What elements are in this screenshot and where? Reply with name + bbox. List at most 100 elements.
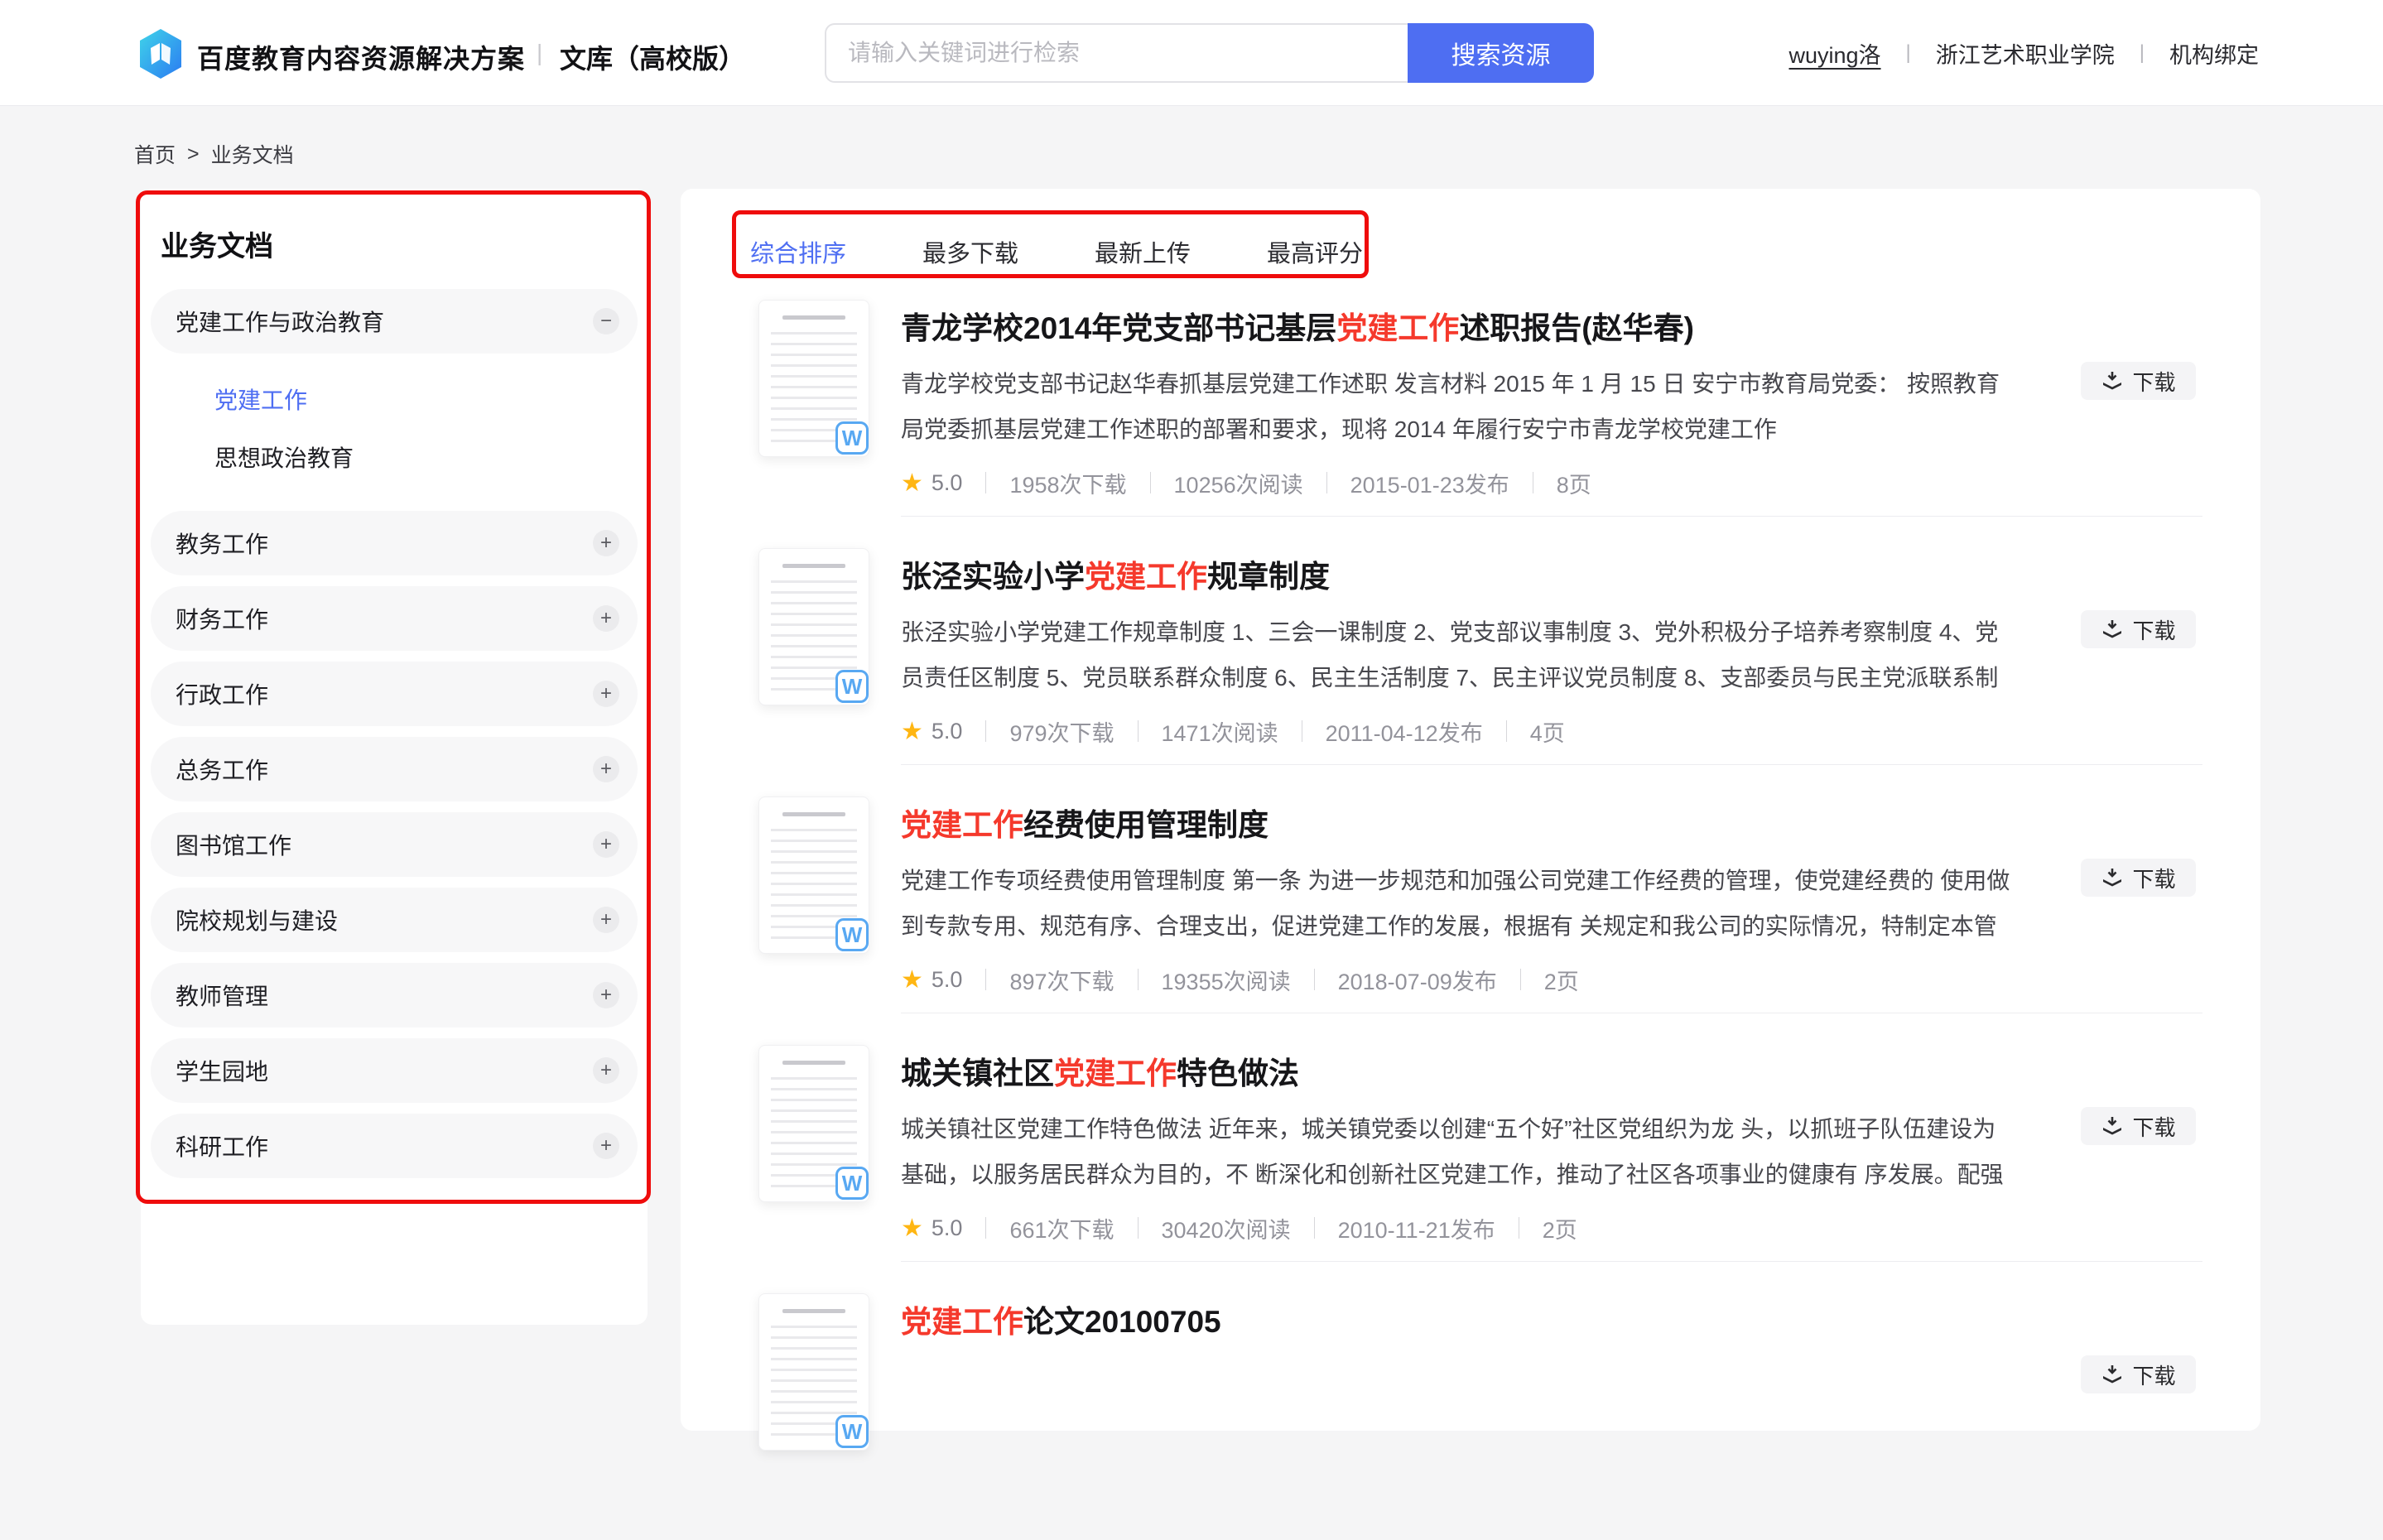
doc-downloads: 979次下载	[1009, 715, 1114, 748]
user-area: wuying洛 | 浙江艺术职业学院 | 机构绑定	[1788, 0, 2259, 106]
user-organization: 浙江艺术职业学院	[1936, 37, 2115, 70]
baidu-edu-logo-icon	[137, 28, 184, 79]
doc-meta: ★ 5.0 897次下载 19355次阅读 2018-07-09发布 2页	[901, 960, 1579, 999]
download-button[interactable]: 下载	[2081, 610, 2196, 648]
doc-title-link[interactable]: 党建工作经费使用管理制度	[901, 805, 2010, 846]
doc-title-link[interactable]: 青龙学校2014年党支部书记基层党建工作述职报告(赵华春)	[901, 308, 2010, 349]
doc-thumbnail[interactable]: W	[758, 1293, 869, 1451]
doc-rating: 5.0	[932, 967, 963, 993]
sidebar-group-xingzheng[interactable]: 行政工作 +	[151, 662, 638, 726]
word-doc-badge: W	[835, 1415, 869, 1448]
tab-highest-rated[interactable]: 最高评分	[1267, 234, 1363, 269]
doc-meta: ★ 5.0 661次下载 30420次阅读 2010-11-21发布 2页	[901, 1209, 1577, 1247]
collapse-icon[interactable]: −	[593, 308, 619, 334]
expand-icon[interactable]: +	[593, 756, 619, 782]
doc-title-link[interactable]: 城关镇社区党建工作特色做法	[901, 1053, 2010, 1095]
sort-tabs: 综合排序 最多下载 最新上传 最高评分	[750, 229, 1363, 275]
word-doc-badge: W	[835, 918, 869, 951]
expand-icon[interactable]: +	[593, 605, 619, 632]
download-button[interactable]: 下载	[2081, 1355, 2196, 1393]
doc-reads: 1471次阅读	[1162, 715, 1278, 748]
doc-meta: ★ 5.0 979次下载 1471次阅读 2011-04-12发布 4页	[901, 712, 1565, 750]
doc-thumbnail[interactable]: W	[758, 796, 869, 954]
sidebar-item-sixiang[interactable]: 思想政治教育	[151, 428, 638, 486]
tab-most-downloaded[interactable]: 最多下载	[922, 234, 1018, 269]
doc-thumbnail[interactable]: W	[758, 1045, 869, 1202]
highlighted-keyword: 党建工作	[901, 808, 1023, 842]
sidebar-group-zongwu[interactable]: 总务工作 +	[151, 737, 638, 801]
sidebar-group-jiaoshi[interactable]: 教师管理 +	[151, 963, 638, 1027]
highlighted-keyword: 党建工作	[1085, 560, 1207, 594]
download-button[interactable]: 下载	[2081, 362, 2196, 400]
doc-reads: 30420次阅读	[1162, 1212, 1291, 1244]
doc-snippet: 张泾实验小学党建工作规章制度 1、三会一课制度 2、党支部议事制度 3、党外积极…	[901, 609, 2010, 700]
sidebar-group-keyan[interactable]: 科研工作 +	[151, 1114, 638, 1178]
sidebar-group-party-building[interactable]: 党建工作与政治教育 −	[151, 289, 638, 354]
doc-pages: 4页	[1530, 715, 1565, 748]
doc-reads: 10256次阅读	[1174, 467, 1303, 499]
star-icon: ★	[901, 469, 923, 498]
doc-publish-date: 2011-04-12发布	[1326, 715, 1483, 748]
sidebar-group-tushuguan[interactable]: 图书馆工作 +	[151, 812, 638, 877]
expand-icon[interactable]: +	[593, 982, 619, 1008]
expand-icon[interactable]: +	[593, 907, 619, 933]
sidebar-group-jiaowu[interactable]: 教务工作 +	[151, 511, 638, 575]
category-sidebar: 业务文档 党建工作与政治教育 − 党建工作 思想政治教育 教务工作 + 财务工作…	[141, 189, 648, 1325]
doc-title-link[interactable]: 张泾实验小学党建工作规章制度	[901, 556, 2010, 598]
result-list: W 青龙学校2014年党支部书记基层党建工作述职报告(赵华春) 青龙学校党支部书…	[681, 298, 2260, 1540]
expand-icon[interactable]: +	[593, 1133, 619, 1159]
user-divider: |	[1906, 41, 1911, 65]
word-doc-badge: W	[835, 421, 869, 455]
tab-comprehensive-sort[interactable]: 综合排序	[750, 234, 846, 269]
username-link[interactable]: wuying洛	[1788, 37, 1880, 70]
doc-rating: 5.0	[932, 470, 963, 496]
results-panel: 综合排序 最多下载 最新上传 最高评分 W 青龙学校2014年党支部书记基层党建…	[681, 189, 2260, 1431]
doc-pages: 2页	[1543, 1212, 1577, 1244]
sidebar-group-caiwu[interactable]: 财务工作 +	[151, 586, 638, 651]
doc-rating: 5.0	[932, 719, 963, 744]
sidebar-group-xuesheng[interactable]: 学生园地 +	[151, 1038, 638, 1103]
doc-thumbnail[interactable]: W	[758, 548, 869, 705]
doc-pages: 2页	[1544, 964, 1579, 996]
sidebar-item-dangjian[interactable]: 党建工作	[151, 370, 638, 428]
highlighted-keyword: 党建工作	[901, 1305, 1023, 1339]
download-icon	[2101, 369, 2124, 392]
doc-downloads: 897次下载	[1009, 964, 1114, 996]
download-icon	[2101, 618, 2124, 641]
doc-thumbnail[interactable]: W	[758, 300, 869, 457]
breadcrumb-separator: >	[187, 142, 200, 166]
download-icon	[2101, 866, 2124, 889]
search-button[interactable]: 搜索资源	[1408, 23, 1594, 83]
expand-icon[interactable]: +	[593, 1057, 619, 1084]
search-input[interactable]	[825, 23, 1408, 83]
star-icon: ★	[901, 717, 923, 746]
breadcrumb: 首页 > 业务文档	[134, 139, 294, 169]
expand-icon[interactable]: +	[593, 530, 619, 556]
sidebar-group-yuanxiao[interactable]: 院校规划与建设 +	[151, 888, 638, 952]
brand-title: 百度教育内容资源解决方案	[197, 38, 525, 76]
doc-meta: ★ 5.0 1958次下载 10256次阅读 2015-01-23发布 8页	[901, 464, 1591, 502]
breadcrumb-current: 业务文档	[211, 139, 294, 169]
result-item: W 青龙学校2014年党支部书记基层党建工作述职报告(赵华春) 青龙学校党支部书…	[681, 298, 2260, 546]
sidebar-subgroup: 党建工作 思想政治教育	[151, 370, 638, 486]
result-item: W 张泾实验小学党建工作规章制度 张泾实验小学党建工作规章制度 1、三会一课制度…	[681, 546, 2260, 795]
star-icon: ★	[901, 965, 923, 994]
word-doc-badge: W	[835, 1167, 869, 1200]
breadcrumb-home-link[interactable]: 首页	[134, 139, 176, 169]
tab-newest-upload[interactable]: 最新上传	[1095, 234, 1191, 269]
doc-reads: 19355次阅读	[1162, 964, 1291, 996]
doc-publish-date: 2010-11-21发布	[1338, 1212, 1495, 1244]
org-bind-link[interactable]: 机构绑定	[2169, 37, 2259, 70]
download-icon	[2101, 1114, 2124, 1138]
doc-title-link[interactable]: 党建工作论文20100705	[901, 1302, 2010, 1343]
download-button[interactable]: 下载	[2081, 1107, 2196, 1145]
brand-divider: |	[537, 40, 542, 66]
expand-icon[interactable]: +	[593, 681, 619, 707]
doc-downloads: 661次下载	[1009, 1212, 1114, 1244]
download-button[interactable]: 下载	[2081, 859, 2196, 897]
result-item: W 党建工作论文20100705 下载	[681, 1292, 2260, 1540]
expand-icon[interactable]: +	[593, 831, 619, 858]
doc-downloads: 1958次下载	[1009, 467, 1126, 499]
doc-publish-date: 2015-01-23发布	[1350, 467, 1509, 499]
sidebar-title: 业务文档	[151, 224, 638, 264]
